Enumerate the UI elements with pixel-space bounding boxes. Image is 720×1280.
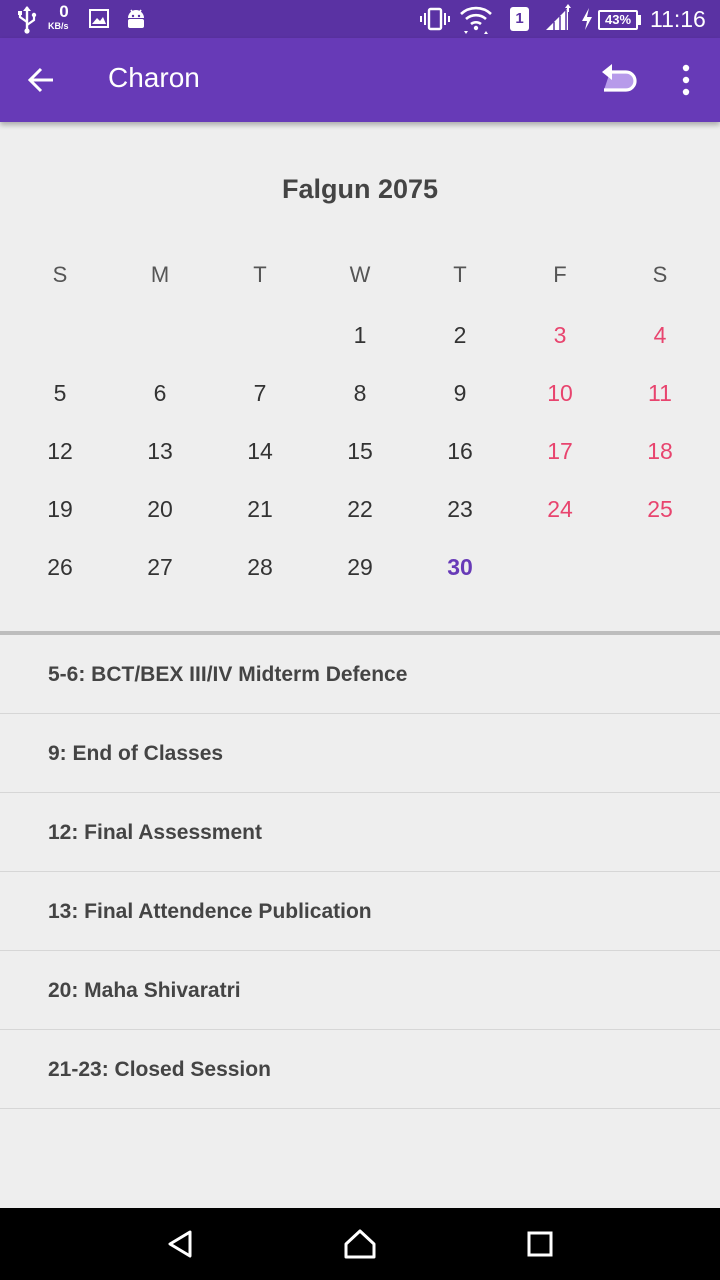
event-text: 20: Maha Shivaratri	[48, 979, 241, 1002]
day-cell[interactable]: 17	[510, 434, 610, 492]
network-speed-unit: KB/s	[48, 21, 69, 31]
day-cell[interactable]: 28	[210, 550, 310, 608]
weekday-label: T	[253, 262, 267, 287]
day-cell[interactable]: 7	[210, 376, 310, 434]
app-toolbar: Charon	[0, 38, 720, 122]
day-cell[interactable]: 2	[410, 318, 510, 376]
day-cell[interactable]: 8	[310, 376, 410, 434]
event-item[interactable]: 12: Final Assessment	[0, 793, 720, 872]
signal-icon	[546, 4, 571, 30]
weekday-label: S	[52, 262, 68, 287]
status-clock: 11:16	[650, 6, 706, 32]
event-text: 13: Final Attendence Publication	[48, 900, 372, 923]
battery-tip	[638, 15, 641, 25]
day-cell[interactable]: 26	[10, 550, 110, 608]
day-cell[interactable]: 29	[310, 550, 410, 608]
day-cell-empty	[110, 318, 210, 376]
home-icon[interactable]	[338, 1222, 382, 1266]
undo-icon[interactable]	[596, 58, 640, 102]
day-cell-empty	[210, 318, 310, 376]
weekday-label: F	[553, 262, 567, 287]
day-cell[interactable]: 24	[510, 492, 610, 550]
day-cell[interactable]: 4	[610, 318, 710, 376]
day-cell[interactable]: 18	[610, 434, 710, 492]
weekday-label: T	[453, 262, 467, 287]
day-cell[interactable]: 22	[310, 492, 410, 550]
day-cell[interactable]: 21	[210, 492, 310, 550]
event-item[interactable]: 9: End of Classes	[0, 714, 720, 793]
day-cell[interactable]: 1	[310, 318, 410, 376]
day-cell[interactable]: 9	[410, 376, 510, 434]
network-speed-value: 0	[59, 2, 69, 21]
day-cell[interactable]: 5	[10, 376, 110, 434]
overflow-menu-icon[interactable]	[666, 58, 706, 102]
weekday-label: M	[150, 262, 170, 287]
weekday-label: W	[349, 262, 371, 287]
day-cell[interactable]: 27	[110, 550, 210, 608]
event-text: 21-23: Closed Session	[48, 1058, 271, 1081]
event-item[interactable]: 21-23: Closed Session	[0, 1030, 720, 1109]
event-text: 9: End of Classes	[48, 742, 224, 765]
system-nav-bar	[0, 1208, 720, 1280]
weekday-label: S	[652, 262, 668, 287]
vibrate-icon	[420, 7, 450, 31]
event-text: 12: Final Assessment	[48, 821, 262, 844]
day-cell[interactable]: 12	[10, 434, 110, 492]
days-grid: 1 2 3 4 5 6 7 8 9 10 11 12 13 14 15 16 17 18 19 20 21 22 23 24 2…	[10, 318, 710, 608]
event-text: 5-6: BCT/BEX III/IV Midterm Defence	[48, 663, 408, 686]
day-cell[interactable]: 19	[10, 492, 110, 550]
day-cell[interactable]: 11	[610, 376, 710, 434]
image-icon	[89, 9, 109, 28]
status-bar: 0 KB/s 1 43% 11:16	[0, 0, 720, 38]
event-item[interactable]: 20: Maha Shivaratri	[0, 951, 720, 1030]
day-cell[interactable]: 23	[410, 492, 510, 550]
events-list: 5-6: BCT/BEX III/IV Midterm Defence 9: E…	[0, 635, 720, 1109]
toolbar-title: Charon	[108, 62, 200, 93]
day-cell[interactable]: 6	[110, 376, 210, 434]
event-item[interactable]: 13: Final Attendence Publication	[0, 872, 720, 951]
usb-icon	[18, 6, 37, 34]
back-triangle-icon[interactable]	[158, 1222, 202, 1266]
wifi-icon	[460, 6, 492, 34]
recents-icon[interactable]	[518, 1222, 562, 1266]
day-cell[interactable]: 20	[110, 492, 210, 550]
day-cell-empty	[10, 318, 110, 376]
day-cell[interactable]: 25	[610, 492, 710, 550]
day-cell[interactable]: 16	[410, 434, 510, 492]
battery-percent: 43%	[604, 12, 632, 27]
android-icon	[128, 9, 144, 28]
sim-slot-badge: 1	[510, 7, 529, 31]
calendar-view: Falgun 2075 S M T W T F S 1 2 3 4 5 6 7 8 9 10 11 1…	[0, 122, 720, 630]
day-cell[interactable]: 30	[410, 550, 510, 608]
charging-icon	[582, 8, 592, 30]
month-title: Falgun 2075	[281, 174, 439, 204]
day-cell[interactable]: 10	[510, 376, 610, 434]
day-cell[interactable]: 13	[110, 434, 210, 492]
back-arrow-icon[interactable]	[18, 56, 66, 104]
day-cell[interactable]: 3	[510, 318, 610, 376]
weekday-header: S M T W T F S	[10, 262, 710, 294]
battery-icon: 43%	[598, 10, 638, 30]
event-item[interactable]: 5-6: BCT/BEX III/IV Midterm Defence	[0, 635, 720, 714]
day-cell[interactable]: 14	[210, 434, 310, 492]
day-cell[interactable]: 15	[310, 434, 410, 492]
